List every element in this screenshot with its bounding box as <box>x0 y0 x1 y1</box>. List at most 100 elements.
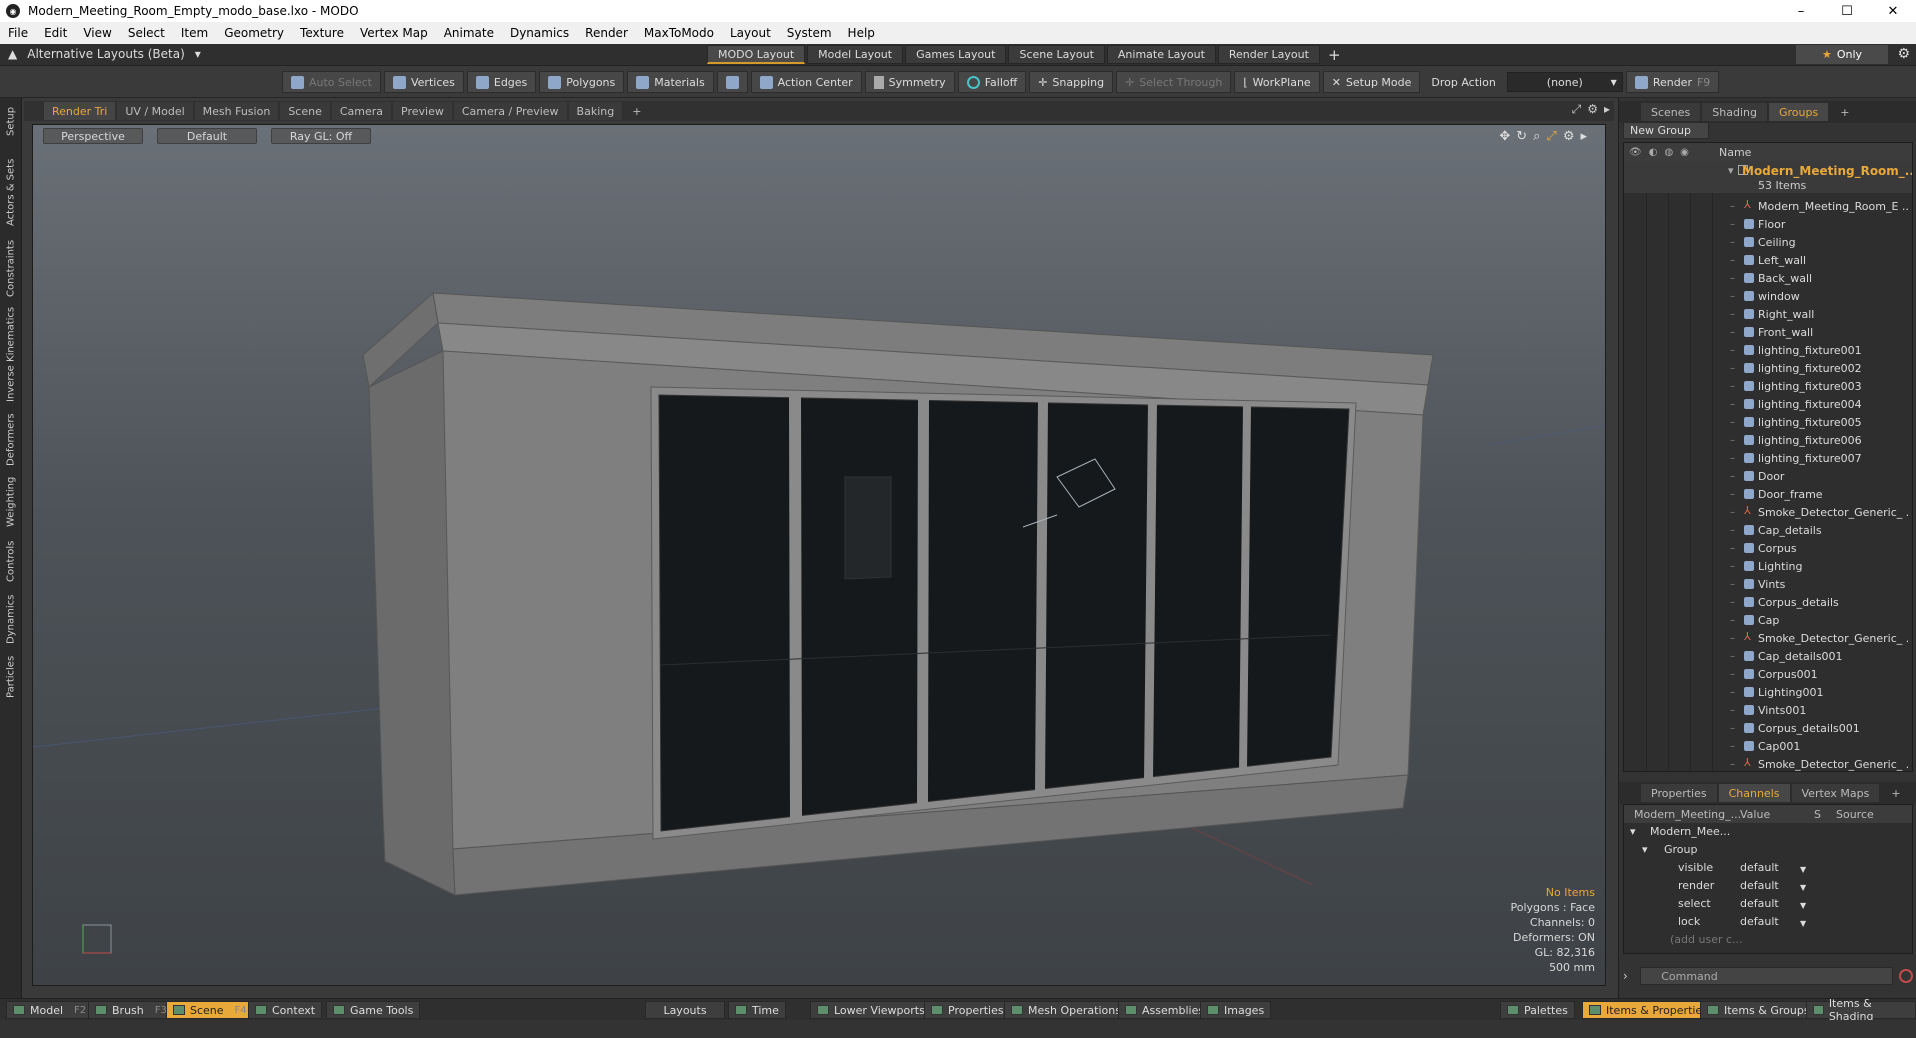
tab-channels[interactable]: Channels <box>1718 784 1790 802</box>
outliner-item-row[interactable]: – Floor <box>1624 215 1912 233</box>
brush-button[interactable]: Brush F3 <box>88 1001 174 1019</box>
vtab-controls[interactable]: Controls <box>0 536 22 586</box>
menu-texture[interactable]: Texture <box>292 26 352 40</box>
images-button[interactable]: Images <box>1200 1001 1272 1019</box>
tab-games-layout[interactable]: Games Layout <box>905 45 1007 64</box>
select-toggle-icon[interactable]: ◍ <box>1664 147 1673 158</box>
tab-camera[interactable]: Camera <box>331 102 392 120</box>
edges-button[interactable]: Edges <box>466 71 537 93</box>
rotate-icon[interactable]: ↻ <box>1516 129 1527 144</box>
tab-render-tri[interactable]: Render Tri <box>44 102 116 120</box>
lock-icon[interactable]: ◉ <box>1680 147 1689 158</box>
gear-icon[interactable]: ⚙ <box>1587 102 1598 117</box>
channels-panel[interactable]: Modern_Meeting_... Value S Source ▾ Mode… <box>1623 804 1913 954</box>
vtab-deformers[interactable]: Deformers <box>0 412 22 468</box>
tab-animate-layout[interactable]: Animate Layout <box>1106 45 1216 64</box>
tab-preview[interactable]: Preview <box>393 102 452 120</box>
outliner-item-row[interactable]: – Corpus_details <box>1624 593 1912 611</box>
tab-render-layout[interactable]: Render Layout <box>1217 45 1320 64</box>
menu-file[interactable]: File <box>0 26 36 40</box>
outliner-item-row[interactable]: – lighting_fixture007 <box>1624 449 1912 467</box>
chevron-down-icon[interactable]: ▼ <box>1800 865 1806 874</box>
vtab-constraints[interactable]: Constraints <box>0 238 22 298</box>
render-toggle-icon[interactable]: ◐ <box>1649 147 1658 158</box>
outliner-item-row[interactable]: – lighting_fixture004 <box>1624 395 1912 413</box>
outliner-item-row[interactable]: – ⅄ Smoke_Detector_Generic_ ... <box>1624 629 1912 647</box>
palettes-button[interactable]: Palettes <box>1500 1001 1575 1019</box>
menu-animate[interactable]: Animate <box>436 26 502 40</box>
vtab-weighting[interactable]: Weighting <box>0 474 22 530</box>
menu-vertex-map[interactable]: Vertex Map <box>352 26 436 40</box>
zoom-icon[interactable]: ⌕ <box>1533 129 1540 144</box>
outliner-item-row[interactable]: – Door <box>1624 467 1912 485</box>
items-shading-button[interactable]: Items & Shading <box>1806 997 1916 1023</box>
outliner-item-row[interactable]: – Vints <box>1624 575 1912 593</box>
menu-select[interactable]: Select <box>120 26 173 40</box>
record-icon[interactable] <box>1899 969 1914 983</box>
vtab-actors-sets[interactable]: Actors & Sets <box>0 154 22 230</box>
outliner-item-row[interactable]: – Door_frame <box>1624 485 1912 503</box>
expand-arrow-icon[interactable]: ▾ <box>1642 843 1648 856</box>
symmetry-button[interactable]: Symmetry <box>864 71 955 93</box>
outliner-item-row[interactable]: – Left_wall <box>1624 251 1912 269</box>
tab-mesh-fusion[interactable]: Mesh Fusion <box>194 102 279 120</box>
group-root-row[interactable]: ▾ Modern_Meeting_Room_... 53 Items <box>1624 161 1912 193</box>
command-input[interactable]: Command <box>1640 967 1894 985</box>
outliner-item-row[interactable]: – Lighting <box>1624 557 1912 575</box>
menu-render[interactable]: Render <box>577 26 636 40</box>
model-button[interactable]: Model F2 <box>6 1001 94 1019</box>
outliner-item-row[interactable]: – Front_wall <box>1624 323 1912 341</box>
outliner-item-row[interactable]: – Lighting001 <box>1624 683 1912 701</box>
materials-button[interactable]: Materials <box>627 71 714 93</box>
tab-scenes[interactable]: Scenes <box>1641 103 1701 121</box>
chevron-right-icon[interactable]: ▸ <box>1604 102 1610 117</box>
channel-root-row[interactable]: ▾ Modern_Mee... <box>1624 825 1914 843</box>
add-user-channel-row[interactable]: (add user c... <box>1624 933 1914 951</box>
action-center-button[interactable]: Action Center <box>750 71 862 93</box>
drop-action-select[interactable]: (none) ▼ <box>1506 72 1623 92</box>
outliner-item-row[interactable]: – Back_wall <box>1624 269 1912 287</box>
3d-viewport[interactable]: Perspective Default Ray GL: Off ✥ ↻ ⌕ ⤢ … <box>32 124 1606 986</box>
alt-layouts-dropdown[interactable]: ▲ Alternative Layouts (Beta) ▾ <box>8 47 201 61</box>
outliner-item-row[interactable]: – Ceiling <box>1624 233 1912 251</box>
vtab-inverse-kinematics[interactable]: Inverse Kinematics <box>0 304 22 404</box>
tab-modo-layout[interactable]: MODO Layout <box>707 45 806 64</box>
expand-arrow-icon[interactable]: ▾ <box>1630 825 1636 838</box>
outliner-item-row[interactable]: – ⅄ Smoke_Detector_Generic_ ... <box>1624 503 1912 521</box>
tab-uv-model[interactable]: UV / Model <box>117 102 193 120</box>
channel-row[interactable]: visible default ▼ <box>1624 861 1914 879</box>
outliner-item-row[interactable]: – Cap001 <box>1624 737 1912 755</box>
menu-item[interactable]: Item <box>173 26 216 40</box>
select-through-button[interactable]: ✛ Select Through <box>1116 71 1232 93</box>
vertices-button[interactable]: Vertices <box>383 71 464 93</box>
snapping-button[interactable]: ✛ Snapping <box>1029 71 1114 93</box>
outliner-item-row[interactable]: – lighting_fixture005 <box>1624 413 1912 431</box>
menu-dynamics[interactable]: Dynamics <box>502 26 577 40</box>
tab-scene-layout[interactable]: Scene Layout <box>1008 45 1105 64</box>
outliner-item-row[interactable]: – Vints001 <box>1624 701 1912 719</box>
expand-icon[interactable]: ⤢ <box>1572 102 1582 117</box>
outliner-item-row[interactable]: – Corpus001 <box>1624 665 1912 683</box>
properties-button[interactable]: Properties <box>924 1001 1011 1019</box>
outliner-item-row[interactable]: – Corpus_details001 <box>1624 719 1912 737</box>
outliner-item-row[interactable]: – lighting_fixture002 <box>1624 359 1912 377</box>
chevron-down-icon[interactable]: ▼ <box>1800 901 1806 910</box>
context-button[interactable]: Context <box>248 1001 323 1019</box>
lower-viewports-button[interactable]: Lower Viewports <box>810 1001 932 1019</box>
channel-group-row[interactable]: ▾ Group <box>1624 843 1914 861</box>
tab-properties[interactable]: Properties <box>1641 784 1717 802</box>
outliner-item-row[interactable]: – Cap_details <box>1624 521 1912 539</box>
vtab-setup[interactable]: Setup <box>0 104 22 138</box>
new-group-button[interactable]: New Group <box>1623 122 1709 139</box>
minimize-button[interactable]: – <box>1778 0 1824 22</box>
menu-system[interactable]: System <box>779 26 840 40</box>
channel-row[interactable]: render default ▼ <box>1624 879 1914 897</box>
raygl-button[interactable]: Ray GL: Off <box>271 128 371 144</box>
chevron-down-icon[interactable]: ▼ <box>1800 919 1806 928</box>
tab-shading[interactable]: Shading <box>1702 103 1767 121</box>
items-groups-button[interactable]: Items & Groups <box>1700 1001 1817 1019</box>
expand-arrow-icon[interactable]: ▾ <box>1728 164 1734 177</box>
assemblies-button[interactable]: Assemblies <box>1118 1001 1212 1019</box>
menu-geometry[interactable]: Geometry <box>216 26 292 40</box>
menu-maxtomodo[interactable]: MaxToModo <box>636 26 722 40</box>
